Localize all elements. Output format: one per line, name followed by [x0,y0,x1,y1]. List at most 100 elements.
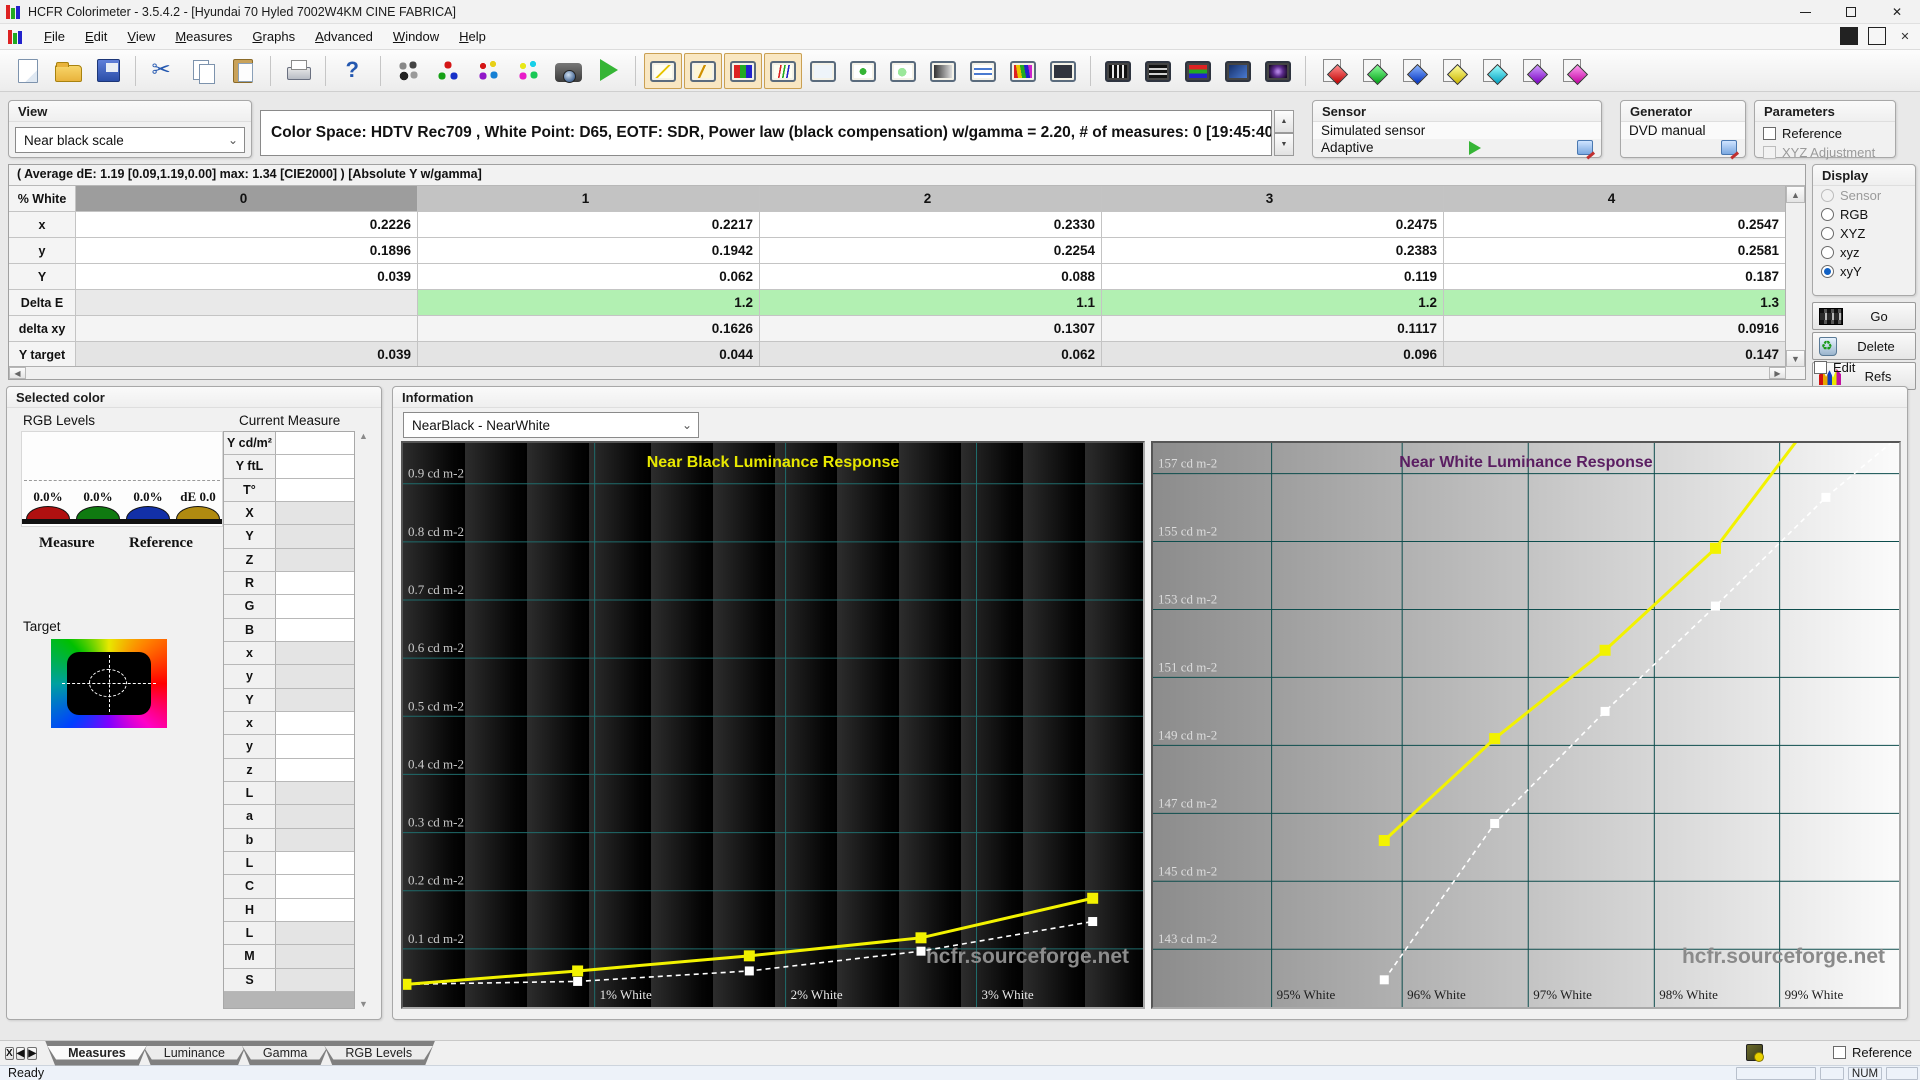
parameter-reference[interactable]: Reference [1763,124,1887,143]
print-button[interactable] [279,53,317,89]
table-cell[interactable]: 1.1 [760,290,1102,315]
measure-row-value[interactable] [276,549,354,571]
close-button[interactable]: ✕ [1874,0,1920,24]
table-cell[interactable]: 0.147 [1444,342,1786,367]
mon-cie-button[interactable] [884,53,922,89]
menu-help[interactable]: Help [449,26,496,47]
table-cell[interactable]: 0.039 [76,264,418,289]
scroll-left-icon[interactable]: ◀ [9,367,26,379]
gem-green-button[interactable] [1354,53,1392,89]
child-restore-button[interactable] [1868,27,1886,45]
measure-row-value[interactable] [276,619,354,641]
measure-row-value[interactable] [276,432,354,454]
mon-gray-button[interactable] [924,53,962,89]
radio-icon[interactable] [1821,265,1834,278]
table-cell[interactable]: 0.1117 [1102,316,1444,341]
table-cell[interactable]: 0.062 [760,342,1102,367]
mon-curve-button[interactable] [644,53,682,89]
dmon-galaxy-button[interactable] [1259,53,1297,89]
radio-icon[interactable] [1821,227,1834,240]
dmon-film2-button[interactable] [1139,53,1177,89]
spinner-down-icon[interactable]: ▼ [1274,133,1294,156]
gem-red-button[interactable] [1314,53,1352,89]
mon-blue-button[interactable] [964,53,1002,89]
tab-rgb-levels[interactable]: RGB Levels [322,1041,435,1066]
table-cell[interactable]: 0.1942 [418,238,760,263]
color-editor-icon[interactable] [1746,1044,1763,1061]
gem-blue-button[interactable] [1394,53,1432,89]
measure-row-value[interactable] [276,945,354,967]
table-cell[interactable]: 0.119 [1102,264,1444,289]
measure-row-value[interactable] [276,805,354,827]
table-cell[interactable]: 0.1896 [76,238,418,263]
tab-luminance[interactable]: Luminance [141,1041,248,1066]
run-button[interactable] [589,53,627,89]
mon-play-button[interactable] [844,53,882,89]
paste-button[interactable] [224,53,262,89]
balls-rgb-button[interactable] [429,53,467,89]
balls-pastel-button[interactable] [509,53,547,89]
table-cell[interactable]: 0.1626 [418,316,760,341]
display-option-xyy[interactable]: xyY [1813,262,1915,281]
balls-color-button[interactable] [469,53,507,89]
table-cell[interactable]: 0.2226 [76,212,418,237]
save-button[interactable] [89,53,127,89]
maximize-button[interactable] [1828,0,1874,24]
display-option-xyz[interactable]: XYZ [1813,224,1915,243]
display-option-rgb[interactable]: RGB [1813,205,1915,224]
tab-gamma[interactable]: Gamma [240,1041,330,1066]
go-button[interactable]: Go [1812,302,1916,330]
table-cell[interactable]: 1.3 [1444,290,1786,315]
menu-window[interactable]: Window [383,26,449,47]
measure-row-value[interactable] [276,689,354,711]
table-cell[interactable]: 0.039 [76,342,418,367]
scroll-right-icon[interactable]: ▶ [1769,367,1786,379]
table-cell[interactable]: 0.2330 [760,212,1102,237]
delete-button[interactable]: Delete [1812,332,1916,360]
copy-button[interactable] [184,53,222,89]
tab-close-button[interactable]: X [5,1047,14,1060]
measure-row-value[interactable] [276,479,354,501]
scroll-up-icon[interactable]: ▲ [1786,186,1805,203]
column-header-0[interactable]: 0 [76,186,418,211]
help-button[interactable] [334,53,372,89]
scroll-down-icon[interactable]: ▼ [1786,350,1805,367]
table-cell[interactable] [76,290,418,315]
current-measure-scrollbar[interactable]: ▲ ▼ [356,431,371,1009]
spinner-up-icon[interactable]: ▲ [1274,110,1294,133]
table-cell[interactable]: 1.2 [418,290,760,315]
measure-row-value[interactable] [276,759,354,781]
edit-checkbox[interactable] [1814,361,1827,374]
measure-row-value[interactable] [276,665,354,687]
table-vertical-scrollbar[interactable]: ▲ ▼ [1785,186,1805,367]
balls-gray-button[interactable] [389,53,427,89]
radio-icon[interactable] [1821,246,1834,259]
scroll-up-icon[interactable]: ▲ [359,431,368,441]
dmon-rgb-button[interactable] [1179,53,1217,89]
display-option-xyz[interactable]: xyz [1813,243,1915,262]
measure-row-value[interactable] [276,712,354,734]
menu-view[interactable]: View [117,26,165,47]
table-cell[interactable]: 0.2383 [1102,238,1444,263]
new-button[interactable] [9,53,47,89]
table-cell[interactable]: 1.2 [1102,290,1444,315]
information-view-dropdown[interactable]: NearBlack - NearWhite ⌄ [403,412,699,438]
edit-checkbox-row[interactable]: Edit [1814,360,1855,375]
menu-file[interactable]: File [34,26,75,47]
scroll-down-icon[interactable]: ▼ [359,999,368,1009]
measure-row-value[interactable] [276,502,354,524]
sensor-config-icon[interactable] [1577,140,1593,155]
measure-row-value[interactable] [276,922,354,944]
column-header-2[interactable]: 2 [760,186,1102,211]
column-header-4[interactable]: 4 [1444,186,1786,211]
table-cell[interactable]: 0.088 [760,264,1102,289]
measure-row-value[interactable] [276,829,354,851]
generator-config-icon[interactable] [1721,140,1737,155]
child-close-button[interactable]: ✕ [1896,27,1914,45]
gem-yellow-button[interactable] [1434,53,1472,89]
measure-row-value[interactable] [276,572,354,594]
minimize-button[interactable] [1782,0,1828,24]
column-header-1[interactable]: 1 [418,186,760,211]
checkbox-icon[interactable] [1763,127,1776,140]
tab-next-button[interactable]: ▶ [27,1047,37,1060]
